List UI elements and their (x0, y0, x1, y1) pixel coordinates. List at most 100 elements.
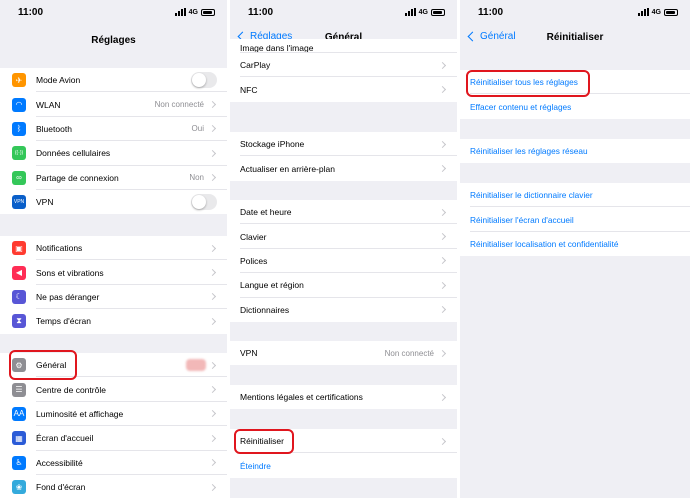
battery-icon (431, 8, 445, 16)
general-row-label: Polices (240, 255, 268, 266)
general-row-langue-et-region[interactable]: Langue et région (230, 273, 457, 298)
settings-row-label: Partage de connexion (36, 172, 119, 183)
reset-option-effacer-contenu-et-reglages[interactable]: Effacer contenu et réglages (460, 94, 690, 118)
highlight-box (466, 70, 590, 97)
settings-row-ne-pas-deranger[interactable]: ☾ Ne pas déranger (0, 285, 227, 310)
reset-panel: 11:00 4G Général Réinitialiser Réinitial… (460, 0, 690, 498)
general-row-label: Stockage iPhone (240, 139, 305, 150)
chevron-right-icon (438, 86, 447, 94)
general-row-value: Non connecté (384, 348, 434, 358)
settings-row-label: Fond d'écran (36, 482, 86, 493)
signal-icon (174, 8, 186, 16)
settings-row-bluetooth[interactable]: ᛒ Bluetooth Oui (0, 117, 227, 142)
chevron-right-icon (208, 317, 217, 325)
general-row-clavier[interactable]: Clavier (230, 224, 457, 249)
general-group-5: Mentions légales et certifications (230, 385, 457, 410)
chevron-right-icon (438, 306, 447, 314)
reset-group-3: Réinitialiser le dictionnaire clavier Réi… (460, 183, 690, 257)
general-row-polices[interactable]: Polices (230, 249, 457, 274)
reset-option-reinitialiser-le-dictionnaire-clavier[interactable]: Réinitialiser le dictionnaire clavier (460, 183, 690, 208)
chevron-right-icon (208, 293, 217, 301)
reset-option-reinitialiser-l-ecran-d-accueil[interactable]: Réinitialiser l'écran d'accueil (460, 207, 690, 232)
sound-icon: ◀ (12, 265, 26, 280)
settings-row-label: WLAN (36, 99, 61, 110)
general-group-1: Image dans l'image CarPlay NFC (230, 39, 457, 102)
chevron-right-icon (438, 208, 447, 216)
reset-option-label: Réinitialiser les réglages réseau (470, 146, 588, 157)
status-time: 11:00 (248, 7, 274, 18)
general-group-4: VPN Non connecté (230, 341, 457, 366)
general-row-mentions-legales-et-certifications[interactable]: Mentions légales et certifications (230, 385, 457, 409)
nav-bar: Réglages (0, 26, 227, 52)
wallpaper-icon: ❀ (12, 480, 26, 495)
chevron-right-icon (208, 459, 217, 467)
settings-row-label: Bluetooth (36, 123, 72, 134)
chevron-right-icon (438, 233, 447, 241)
chevron-right-icon (208, 386, 217, 394)
toggle-switch[interactable] (191, 194, 217, 211)
general-row-dictionnaires[interactable]: Dictionnaires (230, 298, 457, 322)
settings-row-luminosite-et-affichage[interactable]: AA Luminosité et affichage (0, 402, 227, 427)
general-row-date-et-heure[interactable]: Date et heure (230, 200, 457, 225)
chevron-right-icon (208, 149, 217, 157)
general-row-nfc[interactable]: NFC (230, 77, 457, 101)
reset-option-reinitialiser-localisation-et-confidentialite[interactable]: Réinitialiser localisation et confidenti… (460, 232, 690, 256)
general-row-vpn[interactable]: VPN Non connecté (230, 341, 457, 365)
page-title: Réglages (91, 35, 136, 46)
cellular-icon: ((·)) (12, 146, 26, 161)
settings-row-donnees-cellulaires[interactable]: ((·)) Données cellulaires (0, 141, 227, 166)
battery-icon (201, 8, 215, 16)
toggle-switch[interactable] (191, 72, 217, 89)
home-screen-icon: ▦ (12, 431, 26, 446)
chevron-right-icon (438, 281, 447, 289)
settings-row-temps-d-ecran[interactable]: ⧗ Temps d'écran (0, 309, 227, 333)
settings-group-connectivity: ✈ Mode Avion ◠ WLAN Non connecté ᛒ Bluetooth Ou… (0, 68, 227, 215)
accessibility-icon: ♿ (12, 455, 26, 470)
control-center-icon: ☰ (12, 382, 26, 397)
settings-row-sons-et-vibrations[interactable]: ◀ Sons et vibrations (0, 260, 227, 285)
hourglass-icon: ⧗ (12, 314, 26, 329)
chevron-right-icon (208, 174, 217, 182)
status-bar: 11:00 4G (230, 0, 457, 26)
settings-row-ecran-d-accueil[interactable]: ▦ Écran d'accueil (0, 426, 227, 451)
highlight-box (9, 350, 77, 380)
settings-row-vpn[interactable]: VPN VPN (0, 190, 227, 214)
general-row-label: Mentions légales et certifications (240, 392, 363, 403)
reset-option-reinitialiser-les-reglages-reseau[interactable]: Réinitialiser les réglages réseau (460, 139, 690, 163)
signal-icon (637, 8, 649, 16)
settings-group-notifications: ▣ Notifications ◀ Sons et vibrations ☾ Ne pas… (0, 236, 227, 334)
settings-row-label: Mode Avion (36, 75, 81, 86)
general-row-carplay[interactable]: CarPlay (230, 53, 457, 78)
general-row-stockage-iphone[interactable]: Stockage iPhone (230, 132, 457, 157)
network-type: 4G (651, 8, 661, 16)
status-time: 11:00 (478, 7, 504, 18)
settings-row-partage-de-connexion[interactable]: ∞ Partage de connexion Non (0, 166, 227, 190)
reset-option-label: Effacer contenu et réglages (470, 101, 572, 112)
chevron-right-icon (438, 437, 447, 445)
general-row-label: Date et heure (240, 207, 292, 218)
settings-row-label: Luminosité et affichage (36, 408, 124, 419)
status-bar: 11:00 4G (460, 0, 690, 26)
settings-row-wlan[interactable]: ◠ WLAN Non connecté (0, 92, 227, 117)
network-type: 4G (418, 8, 428, 16)
settings-row-label: Accessibilité (36, 457, 83, 468)
general-row-label: CarPlay (240, 60, 271, 71)
settings-row-accessibilite[interactable]: ♿ Accessibilité (0, 451, 227, 475)
wifi-icon: ◠ (12, 97, 26, 112)
settings-row-notifications[interactable]: ▣ Notifications (0, 236, 227, 261)
settings-row-centre-de-controle[interactable]: ☰ Centre de contrôle (0, 377, 227, 402)
settings-row-mode-avion[interactable]: ✈ Mode Avion (0, 68, 227, 93)
general-row-image-dans-l-image[interactable]: Image dans l'image (230, 39, 457, 53)
chevron-right-icon (208, 125, 217, 133)
general-row-actualiser-en-arriere-plan[interactable]: Actualiser en arrière-plan (230, 156, 457, 180)
shutdown-button[interactable]: Éteindre (230, 453, 457, 477)
reset-option-label: Réinitialiser localisation et confidenti… (470, 238, 619, 249)
nav-bar: Général Réinitialiser (460, 26, 690, 52)
settings-row-label: Sons et vibrations (36, 267, 104, 278)
status-bar: 11:00 4G (0, 0, 227, 26)
settings-row-fond-d-ecran[interactable]: ❀ Fond d'écran (0, 475, 227, 498)
reset-option-label: Réinitialiser le dictionnaire clavier (470, 190, 593, 201)
highlight-box (234, 429, 294, 454)
badge-blurred (186, 359, 206, 372)
page-title: Réinitialiser (546, 32, 604, 43)
